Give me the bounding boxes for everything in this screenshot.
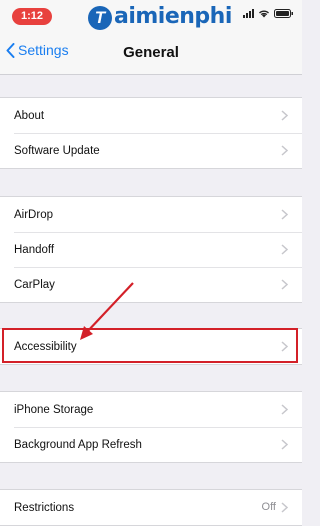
row-label: Restrictions <box>14 501 75 514</box>
nav-bar: Settings General <box>0 30 302 75</box>
row-about[interactable]: About <box>0 98 302 133</box>
row-iphone-storage[interactable]: iPhone Storage <box>0 392 302 427</box>
wifi-icon <box>259 10 269 18</box>
row-software-update[interactable]: Software Update <box>0 133 302 168</box>
battery-icon <box>274 9 293 18</box>
chevron-right-icon <box>281 341 288 352</box>
status-time: 1:12 <box>12 8 52 25</box>
row-accessibility[interactable]: Accessibility <box>0 329 302 364</box>
chevron-right-icon <box>281 209 288 220</box>
settings-group-restrictions: Restrictions Off <box>0 489 302 526</box>
chevron-right-icon <box>281 110 288 121</box>
row-airdrop[interactable]: AirDrop <box>0 197 302 232</box>
row-carplay[interactable]: CarPlay <box>0 267 302 302</box>
settings-group-accessibility: Accessibility <box>0 328 302 365</box>
row-label: Background App Refresh <box>14 438 142 451</box>
row-label: CarPlay <box>14 278 55 291</box>
row-label: About <box>14 109 45 122</box>
chevron-right-icon <box>281 502 288 513</box>
row-value: Off <box>261 501 276 513</box>
chevron-right-icon <box>281 404 288 415</box>
row-handoff[interactable]: Handoff <box>0 232 302 267</box>
settings-group-connectivity: AirDrop Handoff CarPlay <box>0 196 302 303</box>
chevron-right-icon <box>281 279 288 290</box>
row-label: Software Update <box>14 144 100 157</box>
page-title: General <box>123 44 179 61</box>
status-icons <box>243 9 294 18</box>
settings-group-storage: iPhone Storage Background App Refresh <box>0 391 302 463</box>
watermark-logo-mark: T <box>88 6 112 30</box>
row-label: AirDrop <box>14 208 53 221</box>
watermark-brand: aimienphi <box>114 4 232 29</box>
signal-icon <box>243 9 254 18</box>
row-label: iPhone Storage <box>14 403 94 416</box>
settings-group-about: About Software Update <box>0 97 302 169</box>
chevron-right-icon <box>281 439 288 450</box>
row-restrictions[interactable]: Restrictions Off <box>0 490 302 525</box>
row-label: Handoff <box>14 243 55 256</box>
chevron-right-icon <box>281 145 288 156</box>
chevron-right-icon <box>281 244 288 255</box>
row-background-app-refresh[interactable]: Background App Refresh <box>0 427 302 462</box>
row-label: Accessibility <box>14 340 77 353</box>
